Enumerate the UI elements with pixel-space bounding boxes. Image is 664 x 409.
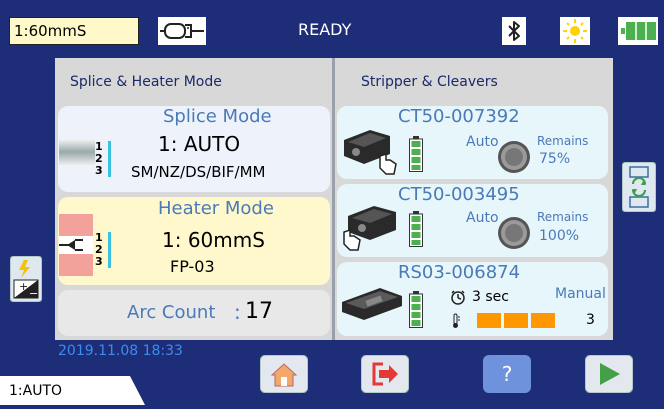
heater-sleeve-icon xyxy=(59,214,95,276)
cleaver-id: CT50-003495 xyxy=(398,184,520,205)
stripper-level: 3 xyxy=(586,312,595,328)
cleaver-battery-icon xyxy=(409,136,423,172)
connector-icon[interactable] xyxy=(158,17,206,45)
home-button[interactable] xyxy=(259,354,309,394)
splice-fiber-types: SM/NZ/DS/BIF/MM xyxy=(131,163,266,181)
cleaver-mode: Auto xyxy=(466,134,499,150)
stripper-battery-icon xyxy=(409,291,423,328)
brightness-icon[interactable] xyxy=(560,17,590,45)
current-mode-box[interactable]: 1:60mmS xyxy=(9,17,139,45)
next-button[interactable] xyxy=(584,354,634,394)
cleaver-mode: Auto xyxy=(466,210,499,226)
digit-bar xyxy=(108,232,111,268)
arc-count-value: 17 xyxy=(245,299,273,324)
cleaver-device-icon xyxy=(340,196,402,254)
refresh-devices-button[interactable] xyxy=(621,161,657,213)
cleaver-remains-value: 75% xyxy=(539,151,571,167)
stripper-cleavers-title: Stripper & Cleavers xyxy=(361,74,498,90)
stripper-device-icon xyxy=(340,282,404,322)
bluetooth-icon[interactable] xyxy=(502,17,526,45)
cleaver-remains-label: Remains xyxy=(537,210,589,224)
arc-count-colon: : xyxy=(234,300,241,324)
cleaver-device-icon xyxy=(340,120,402,178)
splice-mode-value: 1: AUTO xyxy=(158,132,241,156)
timer-icon xyxy=(450,289,466,305)
cleaver-remains-value: 100% xyxy=(539,228,580,244)
cleaver-remains-label: Remains xyxy=(537,134,589,148)
mode-tab-text: 1:AUTO xyxy=(9,383,63,399)
stripper-time: 3 sec xyxy=(472,289,509,305)
svg-text:+: + xyxy=(19,280,28,293)
splice-mode-title: Splice Mode xyxy=(163,106,272,127)
blade-dial-icon xyxy=(497,216,531,250)
stripper-mode: Manual xyxy=(555,286,606,302)
status-text: READY xyxy=(298,20,352,39)
datetime-text: 2019.11.08 18:33 xyxy=(58,343,183,359)
panel-divider xyxy=(332,58,335,340)
heater-mode-title: Heater Mode xyxy=(158,198,274,219)
blade-dial-icon xyxy=(497,140,531,174)
svg-text:−: − xyxy=(29,287,38,300)
digit-bar xyxy=(108,141,111,177)
digit-label: 3 xyxy=(95,255,103,268)
heater-sleeve-type: FP-03 xyxy=(170,257,215,276)
cleaver-battery-icon xyxy=(409,211,423,247)
splice-heater-title: Splice & Heater Mode xyxy=(70,74,222,90)
stripper-id: RS03-006874 xyxy=(398,262,521,283)
heat-level-bar xyxy=(477,313,555,328)
arc-count-label: Arc Count xyxy=(127,302,216,323)
splice-mode-digits: 1 2 3 xyxy=(95,141,115,177)
digit-label: 3 xyxy=(95,164,103,177)
heater-mode-digits: 1 2 3 xyxy=(95,232,115,268)
temperature-icon xyxy=(450,313,462,329)
help-button-label: ? xyxy=(501,362,513,386)
heater-mode-value: 1: 60mmS xyxy=(162,228,265,252)
battery-icon xyxy=(618,17,658,45)
power-settings-button[interactable]: + − xyxy=(9,255,43,303)
fiber-icon xyxy=(59,125,95,183)
cleaver-id: CT50-007392 xyxy=(398,106,520,127)
help-button[interactable]: ? xyxy=(483,355,531,393)
exit-button[interactable] xyxy=(360,354,410,394)
